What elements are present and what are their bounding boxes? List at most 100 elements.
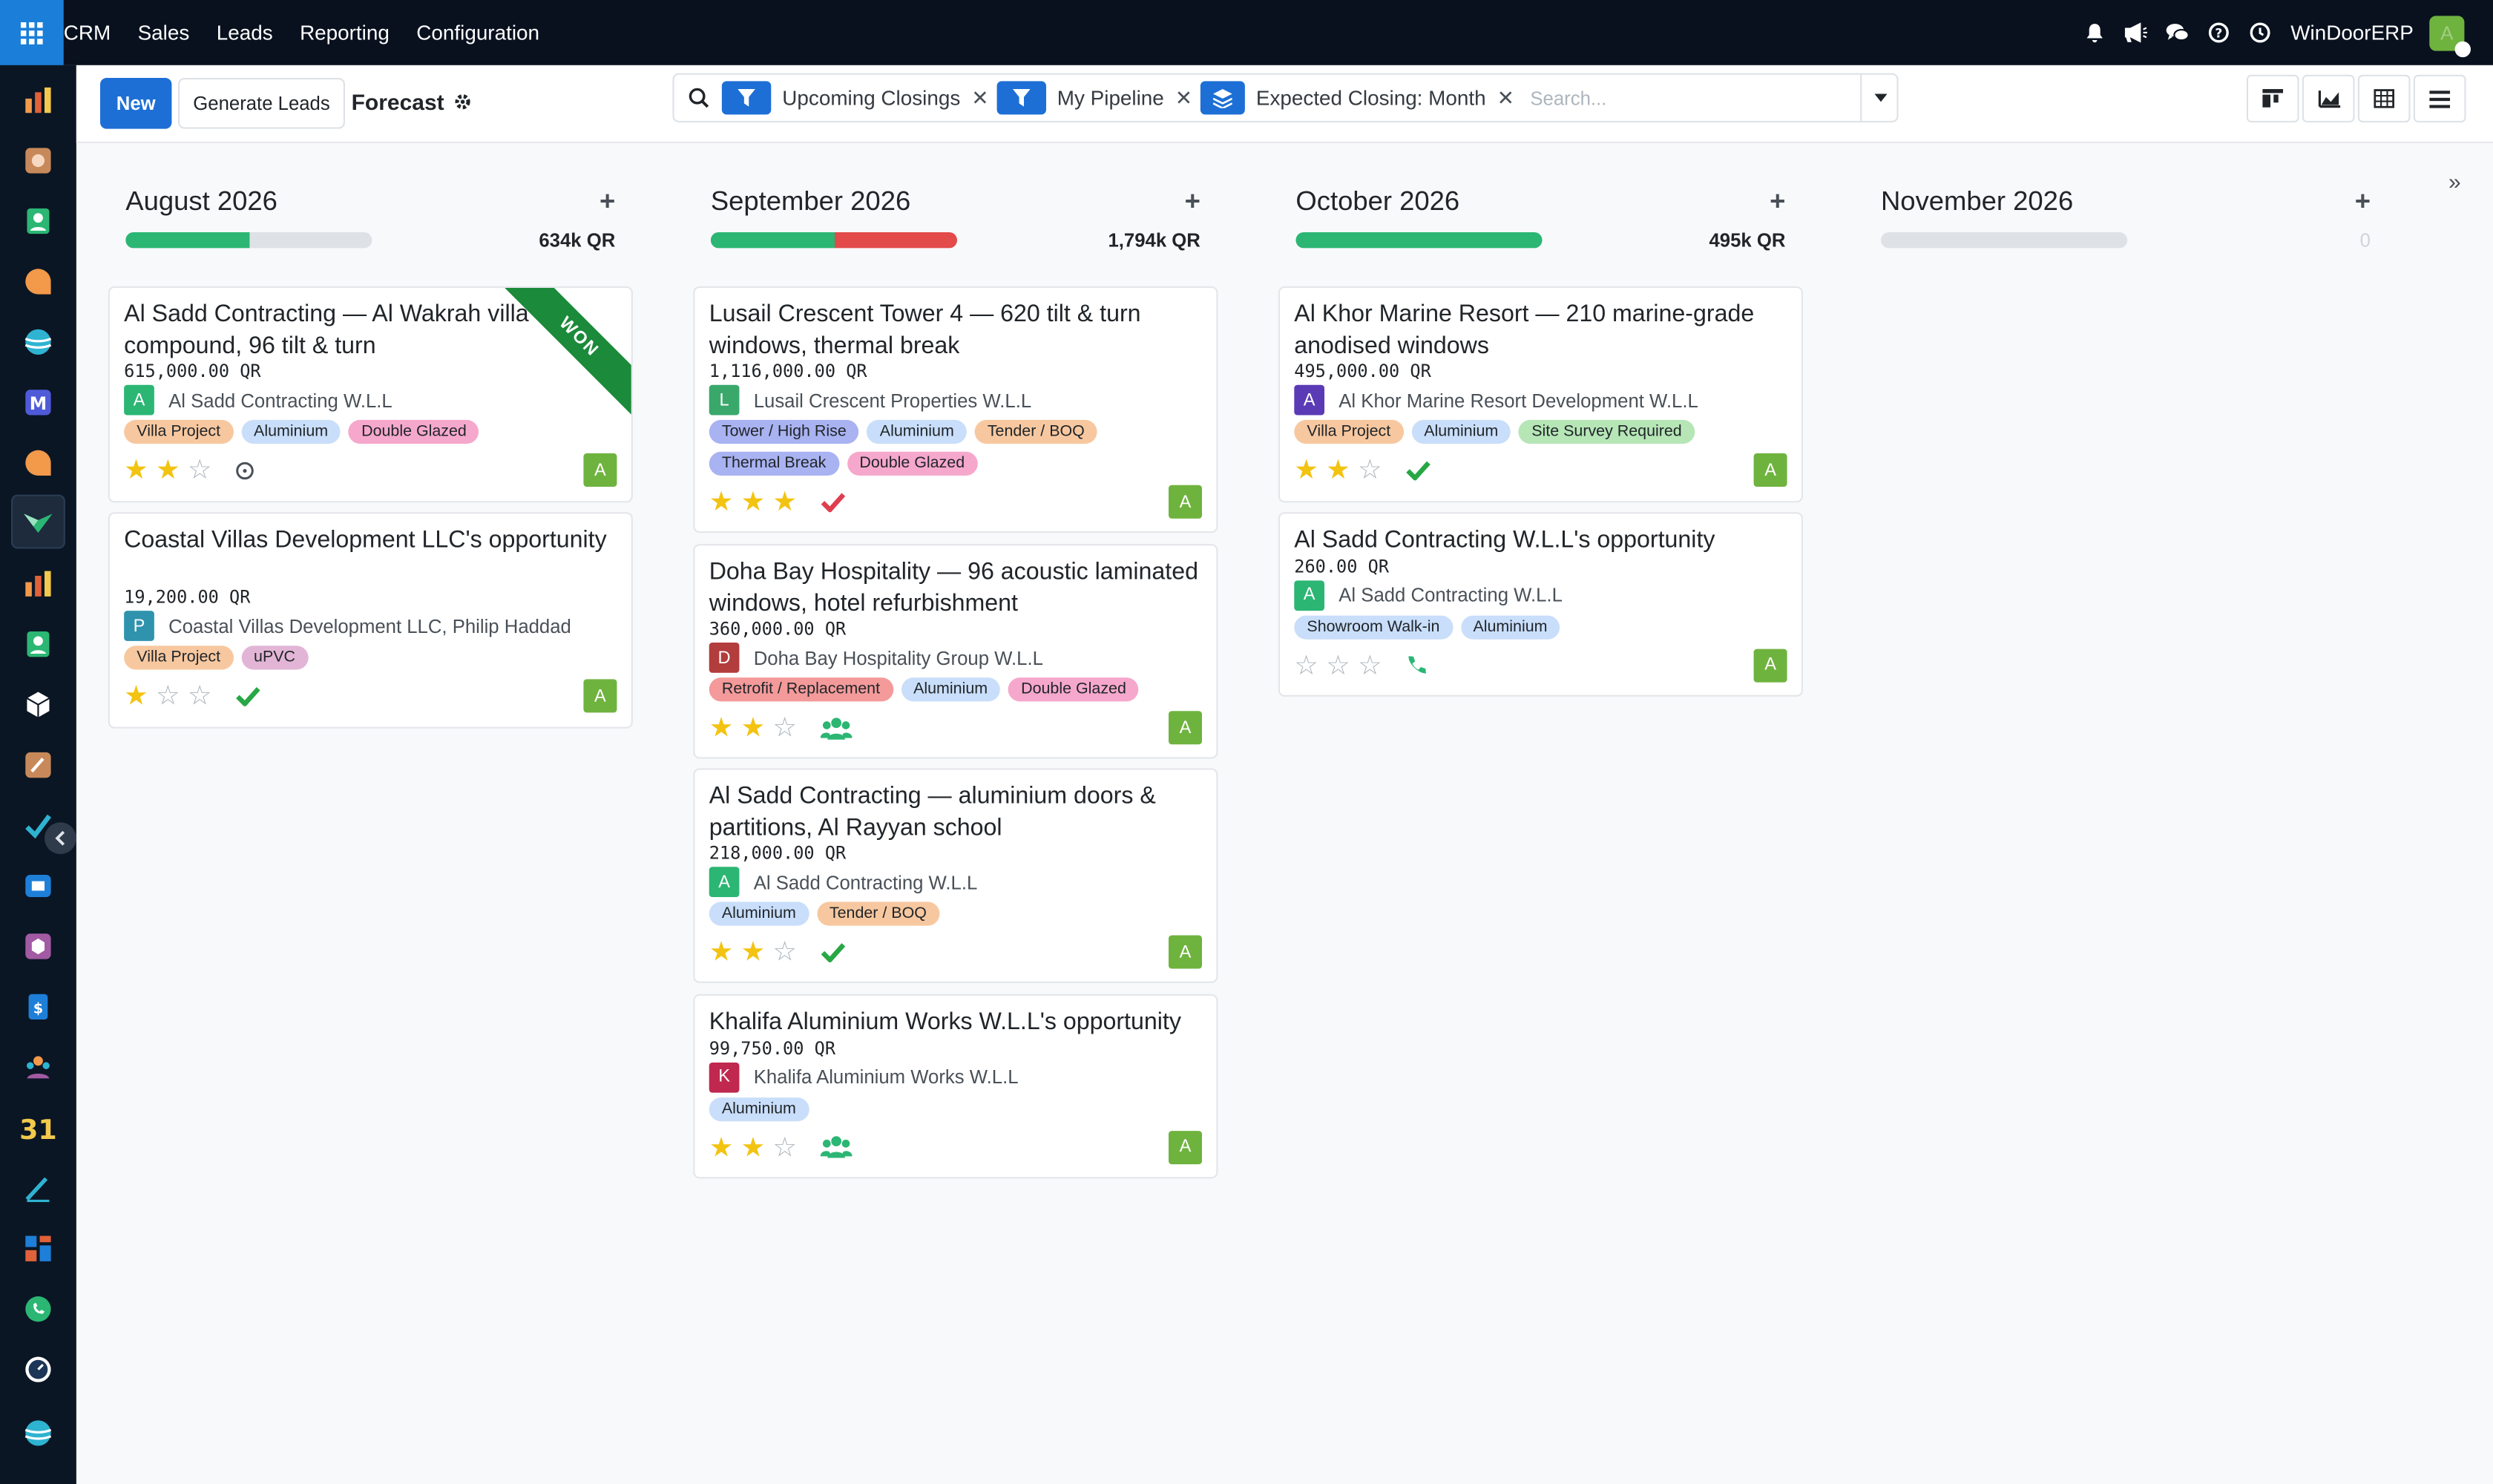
star-icon[interactable]: ☆ — [1358, 456, 1390, 483]
priority-stars[interactable]: ★ ★ ★ — [709, 488, 805, 515]
column-title[interactable]: September 2026 — [711, 186, 910, 218]
knowledge-app-icon[interactable] — [19, 867, 57, 904]
check-activity-icon[interactable] — [1405, 460, 1431, 481]
search-bar[interactable]: Upcoming Closings ✕ My Pipeline ✕ Expect… — [672, 73, 1899, 123]
facet-my-pipeline[interactable]: My Pipeline ✕ — [996, 81, 1192, 115]
star-icon[interactable]: ★ — [1326, 456, 1358, 483]
email-marketing-icon[interactable]: M — [19, 384, 57, 421]
list-view-icon[interactable] — [2413, 74, 2466, 123]
menu-reporting[interactable]: Reporting — [300, 21, 390, 45]
add-card-icon[interactable]: + — [2355, 186, 2371, 218]
check-activity-icon[interactable] — [235, 686, 260, 706]
column-progress-bar[interactable] — [125, 232, 372, 249]
manufacturing-app-icon[interactable] — [19, 928, 57, 965]
fold-columns-icon[interactable]: » — [2448, 168, 2461, 194]
priority-stars[interactable]: ★ ★ ☆ — [124, 456, 220, 483]
search-options-toggle[interactable] — [1860, 74, 1898, 121]
project-app-icon[interactable] — [19, 807, 57, 844]
opportunity-card[interactable]: Coastal Villas Development LLC's opportu… — [108, 512, 633, 729]
column-progress-bar[interactable] — [710, 232, 957, 249]
card-title[interactable]: Doha Bay Hospitality — 96 acoustic lamin… — [709, 556, 1202, 619]
star-icon[interactable]: ☆ — [1358, 651, 1390, 678]
clock-icon[interactable] — [2240, 0, 2282, 65]
timesheet-app-icon[interactable] — [19, 1350, 57, 1388]
star-icon[interactable]: ★ — [709, 714, 741, 741]
inventory-app-icon[interactable] — [19, 686, 57, 723]
megaphone-icon[interactable] — [2116, 0, 2158, 65]
new-button[interactable]: New — [100, 78, 172, 129]
reporting-app-icon[interactable] — [19, 565, 57, 603]
add-card-icon[interactable]: + — [1770, 186, 1785, 218]
apps-menu-icon[interactable] — [0, 0, 64, 65]
check-activity-icon[interactable] — [821, 942, 846, 962]
owner-avatar[interactable]: A — [1169, 485, 1202, 519]
star-icon[interactable]: ☆ — [772, 1133, 804, 1160]
contacts-app-icon[interactable] — [19, 202, 57, 240]
menu-configuration[interactable]: Configuration — [416, 21, 539, 45]
owner-avatar[interactable]: A — [1169, 1130, 1202, 1164]
users-activity-icon[interactable] — [820, 1134, 853, 1159]
owner-avatar[interactable]: A — [1169, 935, 1202, 969]
priority-stars[interactable]: ★ ★ ☆ — [709, 1133, 805, 1160]
pivot-view-icon[interactable] — [2357, 74, 2411, 123]
help-icon[interactable]: ? — [2198, 0, 2240, 65]
star-icon[interactable]: ★ — [741, 714, 773, 741]
star-icon[interactable]: ★ — [772, 488, 804, 515]
add-card-icon[interactable]: + — [600, 186, 615, 218]
star-icon[interactable]: ☆ — [1294, 651, 1326, 678]
phone-activity-icon[interactable] — [1405, 654, 1428, 676]
star-icon[interactable]: ★ — [156, 456, 188, 483]
star-icon[interactable]: ★ — [1294, 456, 1326, 483]
website-app-icon[interactable] — [19, 323, 57, 361]
owner-avatar[interactable]: A — [1169, 711, 1202, 745]
menu-sales[interactable]: Sales — [138, 21, 190, 45]
whatsapp-icon[interactable] — [19, 1290, 57, 1327]
gear-icon[interactable] — [453, 92, 473, 111]
column-title[interactable]: October 2026 — [1295, 186, 1459, 218]
priority-stars[interactable]: ★ ★ ☆ — [709, 714, 805, 741]
chat-icon[interactable] — [2157, 0, 2198, 65]
app-name[interactable]: CRM — [64, 21, 111, 45]
search-icon[interactable] — [674, 88, 722, 108]
website-builder-icon[interactable] — [19, 1414, 57, 1452]
planning-app-icon[interactable] — [19, 746, 57, 784]
graph-view-icon[interactable] — [2302, 74, 2355, 123]
opportunity-card[interactable]: Al Sadd Contracting W.L.L's opportunity 2… — [1278, 512, 1803, 697]
card-title[interactable]: Lusail Crescent Tower 4 — 620 tilt & tur… — [709, 299, 1202, 361]
remove-facet-icon[interactable]: ✕ — [1497, 85, 1514, 111]
card-title[interactable]: Coastal Villas Development LLC's opportu… — [124, 525, 617, 556]
owner-avatar[interactable]: A — [1753, 453, 1787, 487]
sign-app-icon[interactable] — [19, 1169, 57, 1207]
opportunity-card[interactable]: Al Khor Marine Resort — 210 marine-grade… — [1278, 286, 1803, 503]
star-icon[interactable]: ★ — [709, 488, 741, 515]
employees-app-icon[interactable] — [19, 625, 57, 663]
star-icon[interactable]: ☆ — [772, 714, 804, 741]
sales-app-icon[interactable] — [19, 81, 57, 119]
priority-stars[interactable]: ★ ☆ ☆ — [124, 683, 220, 709]
calendar-app-icon[interactable]: 31 — [19, 1109, 57, 1146]
search-input[interactable]: Search... — [1530, 87, 1896, 109]
priority-stars[interactable]: ★ ★ ☆ — [1294, 456, 1390, 483]
priority-stars[interactable]: ☆ ☆ ☆ — [1294, 651, 1390, 678]
star-icon[interactable]: ☆ — [772, 939, 804, 965]
card-title[interactable]: Khalifa Aluminium Works W.L.L's opportun… — [709, 1007, 1202, 1038]
column-title[interactable]: November 2026 — [1881, 186, 2073, 218]
owner-avatar[interactable]: A — [1753, 648, 1787, 682]
facet-group-by[interactable]: Expected Closing: Month ✕ — [1200, 81, 1514, 115]
menu-leads[interactable]: Leads — [217, 21, 273, 45]
apps-store-icon[interactable] — [19, 1229, 57, 1267]
star-icon[interactable]: ★ — [741, 1133, 773, 1160]
star-icon[interactable]: ★ — [741, 939, 773, 965]
clock-activity-icon[interactable] — [235, 461, 254, 480]
star-icon[interactable]: ☆ — [156, 683, 188, 709]
check-red-activity-icon[interactable] — [821, 491, 846, 513]
column-progress-bar[interactable] — [1295, 232, 1543, 249]
discuss-app-icon[interactable] — [19, 263, 57, 301]
remove-facet-icon[interactable]: ✕ — [971, 85, 988, 111]
owner-avatar[interactable]: A — [583, 679, 617, 713]
dashboard-app-icon[interactable] — [19, 142, 57, 180]
opportunity-card[interactable]: Doha Bay Hospitality — 96 acoustic lamin… — [693, 544, 1218, 759]
star-icon[interactable]: ☆ — [1326, 651, 1358, 678]
add-card-icon[interactable]: + — [1185, 186, 1200, 218]
kanban-view-icon[interactable] — [2246, 74, 2299, 123]
